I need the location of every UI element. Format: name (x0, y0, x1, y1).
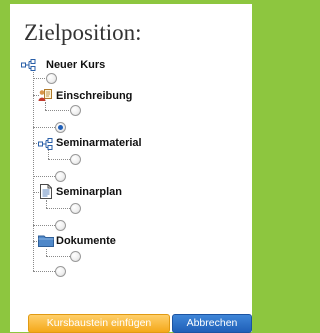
position-radio[interactable] (55, 266, 66, 277)
position-radio-selected[interactable] (55, 122, 66, 133)
structure-icon (21, 58, 37, 76)
position-radio[interactable] (46, 73, 57, 84)
position-radio[interactable] (70, 154, 81, 165)
cancel-button[interactable]: Abbrechen (172, 314, 252, 333)
position-radio[interactable] (70, 203, 81, 214)
insert-course-element-button[interactable]: Kursbaustein einfügen (28, 314, 170, 333)
target-position-panel: Zielposition: Neuer Kurs Einschreibung S… (10, 4, 252, 333)
tree-node-seminarplan[interactable]: Seminarplan (56, 186, 122, 198)
position-radio[interactable] (70, 105, 81, 116)
structure-icon (38, 137, 54, 155)
tree-node-dokumente[interactable]: Dokumente (56, 235, 116, 247)
course-tree: Neuer Kurs Einschreibung Seminarmaterial… (10, 4, 252, 304)
tree-node-seminarmaterial[interactable]: Seminarmaterial (56, 137, 142, 149)
position-radio[interactable] (55, 220, 66, 231)
position-radio[interactable] (55, 171, 66, 182)
position-radio[interactable] (70, 251, 81, 262)
tree-node-root[interactable]: Neuer Kurs (46, 59, 105, 71)
tree-node-einschreibung[interactable]: Einschreibung (56, 90, 132, 102)
